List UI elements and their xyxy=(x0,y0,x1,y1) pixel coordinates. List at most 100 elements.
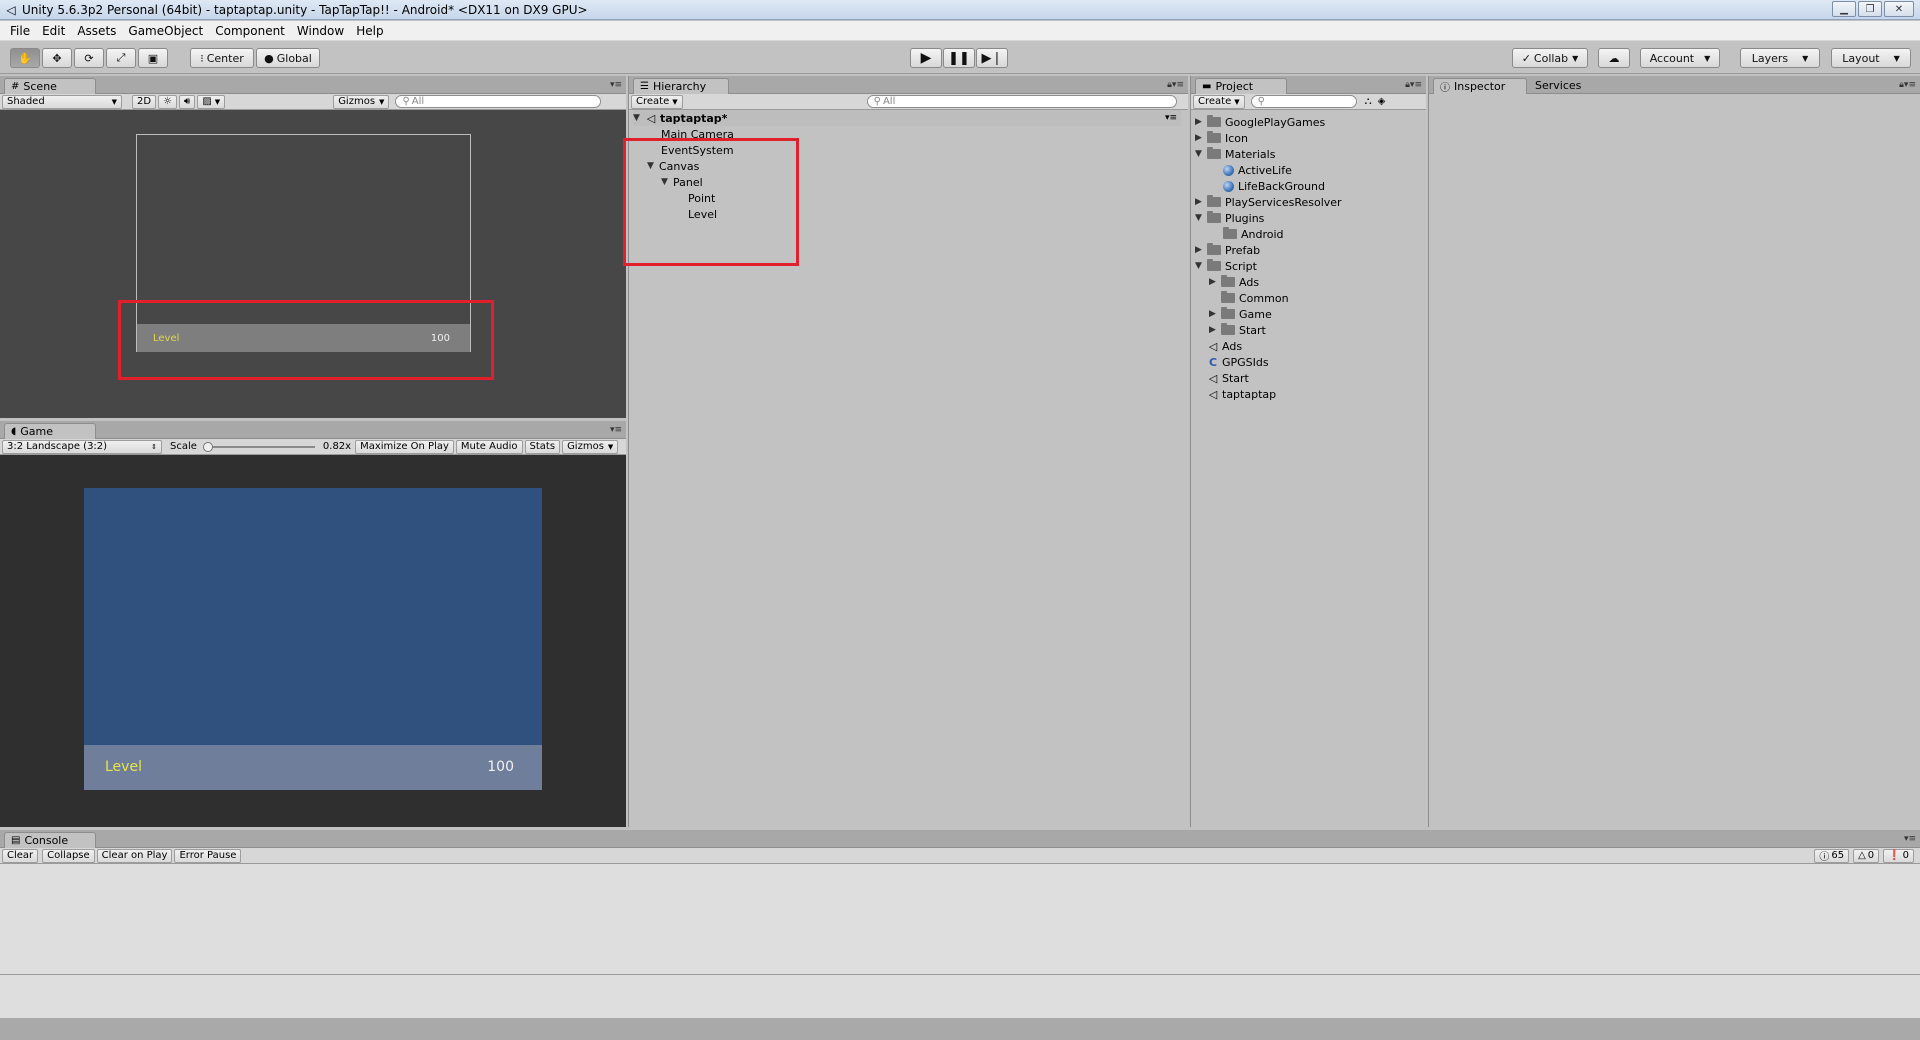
menu-help[interactable]: Help xyxy=(350,24,389,38)
hierarchy-search-input[interactable]: ⚲ All xyxy=(866,95,1177,108)
item-label: taptaptap xyxy=(1222,387,1277,401)
slider-thumb[interactable] xyxy=(202,441,213,452)
game-gizmos-dropdown[interactable]: Gizmos ▼ xyxy=(562,439,619,454)
project-item[interactable]: ▶ Prefab xyxy=(1195,242,1260,258)
lock-icon[interactable]: 🔒︎▾≡ xyxy=(1167,80,1184,90)
game-viewport[interactable]: Level 100 xyxy=(0,455,626,827)
panel-menu-icon[interactable]: ▾≡ xyxy=(1904,834,1916,844)
pivot-center-button[interactable]: ⁝ Center xyxy=(190,48,254,68)
project-item[interactable]: ▼ Materials xyxy=(1195,146,1275,162)
list-icon: ☰ xyxy=(640,81,649,92)
tab-game[interactable]: ◖ Game xyxy=(4,423,96,439)
console-detail-area[interactable] xyxy=(0,974,1920,1018)
scene-viewport[interactable]: Level 100 xyxy=(0,110,626,418)
tab-services[interactable]: Services xyxy=(1535,79,1581,92)
project-item[interactable]: ▶ GooglePlayGames xyxy=(1195,114,1325,130)
scale-slider[interactable] xyxy=(202,441,317,453)
scale-tool-button[interactable]: ⤢ xyxy=(106,48,136,68)
console-clear-on-play-toggle[interactable]: Clear on Play xyxy=(96,848,173,863)
tab-inspector[interactable]: ⓘ Inspector xyxy=(1433,78,1527,94)
rect-icon: ▣ xyxy=(147,51,159,65)
project-search-input[interactable]: ⚲ xyxy=(1250,95,1357,108)
shading-dropdown[interactable]: Shaded ▼ xyxy=(2,94,122,109)
console-info-toggle[interactable]: ⓘ 65 xyxy=(1814,848,1850,863)
menu-component[interactable]: Component xyxy=(209,24,291,38)
project-item[interactable]: ▼ Script xyxy=(1195,258,1257,274)
scene-search-input[interactable]: ⚲ All xyxy=(395,95,602,108)
tag-icon[interactable]: ◈ xyxy=(1378,96,1386,107)
project-item[interactable]: ◁ Start xyxy=(1207,370,1249,386)
menu-gameobject[interactable]: GameObject xyxy=(122,24,209,38)
tab-project[interactable]: ▬ Project xyxy=(1195,78,1287,94)
cloud-button[interactable]: ☁ xyxy=(1598,48,1630,68)
maximize-button[interactable]: ❐ xyxy=(1858,1,1882,17)
project-item[interactable]: ▶ Icon xyxy=(1195,130,1248,146)
collab-button[interactable]: ✓ Collab ▼ xyxy=(1512,48,1588,68)
minimize-button[interactable]: ▁ xyxy=(1832,1,1856,17)
tab-hierarchy[interactable]: ☰ Hierarchy xyxy=(633,78,729,94)
project-item[interactable]: ◁ Ads xyxy=(1207,338,1242,354)
mute-audio-toggle[interactable]: Mute Audio xyxy=(455,439,523,454)
menu-assets[interactable]: Assets xyxy=(71,24,122,38)
tab-console[interactable]: ▤ Console xyxy=(4,832,96,848)
unity-scene-icon: ◁ xyxy=(1208,371,1218,385)
sun-icon: ☼ xyxy=(163,96,173,107)
console-log-area[interactable] xyxy=(0,864,1920,974)
close-button[interactable]: ✕ xyxy=(1884,1,1914,17)
scene-root[interactable]: ▼ ◁ taptaptap* ▾≡ xyxy=(633,110,1181,126)
project-item[interactable]: ActiveLife xyxy=(1223,162,1292,178)
console-error-pause-toggle[interactable]: Error Pause xyxy=(174,848,242,863)
stats-toggle[interactable]: Stats xyxy=(524,439,561,454)
space-global-button[interactable]: ● Global xyxy=(256,48,320,68)
layers-dropdown[interactable]: Layers ▼ xyxy=(1740,48,1820,68)
rect-tool-button[interactable]: ▣ xyxy=(138,48,168,68)
hand-tool-button[interactable]: ✋ xyxy=(10,48,40,68)
project-item[interactable]: ▼ Plugins xyxy=(1195,210,1264,226)
menu-file[interactable]: File xyxy=(4,24,36,38)
effects-dropdown[interactable]: ▨ ▼ xyxy=(197,94,226,109)
project-item[interactable]: ▶ Start xyxy=(1209,322,1266,338)
audio-toggle[interactable]: 🔊︎ xyxy=(179,94,196,109)
console-collapse-toggle[interactable]: Collapse xyxy=(42,848,95,863)
layout-dropdown[interactable]: Layout ▼ xyxy=(1831,48,1911,68)
project-item[interactable]: ▶ PlayServicesResolver xyxy=(1195,194,1342,210)
project-create-button[interactable]: Create ▼ xyxy=(1193,94,1245,109)
layout-label: Layout xyxy=(1842,51,1880,65)
project-item[interactable]: Common xyxy=(1221,290,1289,306)
project-item[interactable]: Android xyxy=(1223,226,1284,242)
item-label: ActiveLife xyxy=(1238,163,1292,177)
2d-toggle[interactable]: 2D xyxy=(132,94,157,109)
rotate-tool-button[interactable]: ⟳ xyxy=(74,48,104,68)
move-tool-button[interactable]: ✥ xyxy=(42,48,72,68)
gizmos-dropdown[interactable]: Gizmos ▼ xyxy=(333,94,390,109)
tab-scene[interactable]: # Scene xyxy=(4,78,96,94)
folder-icon xyxy=(1207,147,1221,159)
menu-edit[interactable]: Edit xyxy=(36,24,71,38)
console-warning-toggle[interactable]: △ 0 xyxy=(1853,848,1880,863)
scene-menu-icon[interactable]: ▾≡ xyxy=(1165,113,1177,123)
account-dropdown[interactable]: Account ▼ xyxy=(1640,48,1720,68)
console-error-toggle[interactable]: ❗ 0 xyxy=(1883,848,1914,863)
menu-window[interactable]: Window xyxy=(291,24,350,38)
project-item[interactable]: ▶ Game xyxy=(1209,306,1272,322)
search-icon: ⚲ xyxy=(1257,96,1265,107)
lighting-toggle[interactable]: ☼ xyxy=(158,94,178,109)
lock-icon[interactable]: 🔒︎▾≡ xyxy=(1899,80,1916,90)
project-item[interactable]: C GPGSIds xyxy=(1207,354,1269,370)
aspect-dropdown[interactable]: 3:2 Landscape (3:2) ⇕ xyxy=(2,439,162,454)
hierarchy-create-button[interactable]: Create ▼ xyxy=(631,94,683,109)
project-item[interactable]: ◁ taptaptap xyxy=(1207,386,1276,402)
lock-icon[interactable]: 🔒︎▾≡ xyxy=(1405,80,1422,90)
pacman-icon: ◖ xyxy=(11,426,17,437)
pause-button[interactable]: ❚❚ xyxy=(943,48,975,68)
panel-menu-icon[interactable]: ▾≡ xyxy=(610,80,622,90)
maximize-on-play-toggle[interactable]: Maximize On Play xyxy=(355,439,454,454)
play-button[interactable]: ▶ xyxy=(910,48,942,68)
scale-label: Scale xyxy=(170,441,197,452)
filter-type-icon[interactable]: ⛬ xyxy=(1365,96,1372,107)
project-item[interactable]: ▶ Ads xyxy=(1209,274,1259,290)
console-clear-button[interactable]: Clear xyxy=(2,848,39,863)
panel-menu-icon[interactable]: ▾≡ xyxy=(610,425,622,435)
step-button[interactable]: ▶❘ xyxy=(976,48,1008,68)
project-item[interactable]: LifeBackGround xyxy=(1223,178,1325,194)
